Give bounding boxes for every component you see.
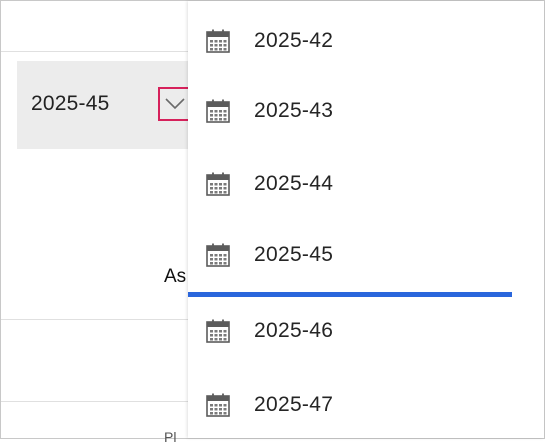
divider	[1, 401, 188, 402]
week-option[interactable]: 2025-46	[188, 306, 518, 356]
calendar-icon	[206, 319, 230, 343]
calendar-icon	[206, 243, 230, 267]
row-label-partial: Pl	[164, 429, 177, 445]
week-option[interactable]: 2025-42	[188, 16, 518, 66]
week-dropdown-button[interactable]	[158, 87, 192, 121]
divider	[1, 51, 188, 52]
calendar-icon	[206, 393, 230, 417]
divider	[1, 319, 188, 320]
calendar-icon	[206, 29, 230, 53]
week-option-label: 2025-45	[254, 243, 334, 266]
week-option-label: 2025-44	[254, 172, 334, 195]
week-option-label: 2025-47	[254, 393, 334, 416]
week-selector-value: 2025-45	[31, 92, 110, 115]
chevron-down-icon	[165, 98, 185, 110]
week-option-label: 2025-43	[254, 99, 334, 122]
week-option[interactable]: 2025-44	[188, 159, 518, 209]
week-dropdown-list: 2025-42 2025-43 2025-44 2025-45 2025-46 …	[188, 1, 544, 438]
app-frame: 2025-45 As Pl 2025-42 2025-43 2025-44 20…	[0, 0, 545, 445]
week-option-label: 2025-42	[254, 29, 334, 52]
selected-indicator	[188, 292, 512, 297]
week-option-label: 2025-46	[254, 319, 334, 342]
calendar-icon	[206, 172, 230, 196]
week-selector[interactable]: 2025-45	[17, 61, 192, 149]
column-header-partial: As	[164, 266, 187, 287]
week-option-selected[interactable]: 2025-45	[188, 230, 518, 280]
week-option[interactable]: 2025-47	[188, 380, 518, 430]
week-option[interactable]: 2025-43	[188, 86, 518, 136]
calendar-icon	[206, 99, 230, 123]
